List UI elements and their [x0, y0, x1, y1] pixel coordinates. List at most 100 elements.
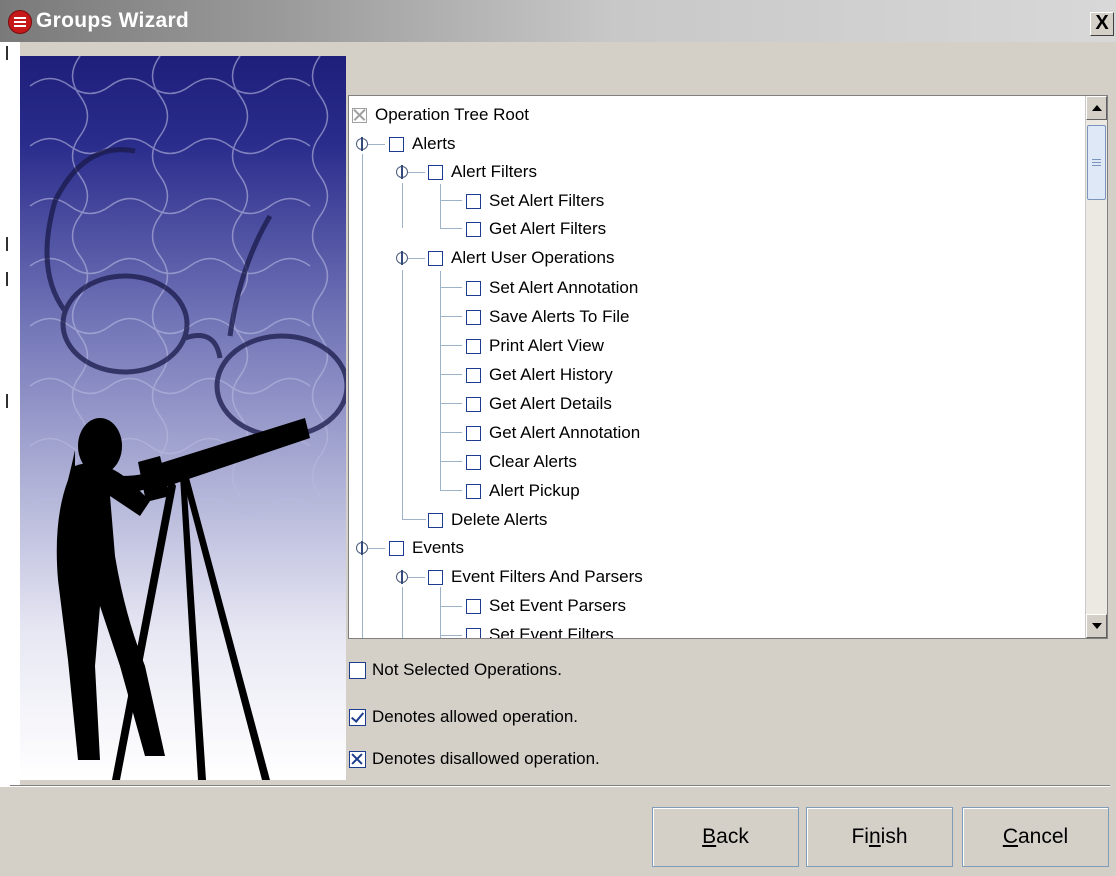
tree-node-save-alerts-to-file[interactable]: Save Alerts To File [466, 303, 629, 331]
unchecked-box-icon [349, 661, 366, 679]
checkbox[interactable] [466, 338, 481, 354]
tree-node-delete-alerts[interactable]: Delete Alerts [428, 506, 547, 534]
vertical-scrollbar[interactable] [1085, 96, 1107, 638]
tree-toggle-icon[interactable] [396, 570, 408, 584]
strip-mark [6, 272, 8, 286]
cancel-button[interactable]: Cancel [962, 807, 1109, 867]
tree-node-label: Operation Tree Root [375, 105, 530, 124]
finish-button[interactable]: Fi n ish [806, 807, 953, 867]
checkbox[interactable] [466, 598, 481, 614]
tree-node-alert-pickup[interactable]: Alert Pickup [466, 477, 580, 505]
tree-line [440, 228, 462, 229]
tree-node-label: Set Event Filters [489, 625, 614, 639]
checked-box-icon [349, 708, 366, 726]
window-title: Groups Wizard [36, 9, 190, 32]
strip-mark [6, 394, 8, 408]
tree-node-alert-filters[interactable]: Alert Filters [428, 158, 537, 186]
tree-node-event-filters-and-parsers[interactable]: Event Filters And Parsers [428, 563, 643, 591]
wizard-side-image [20, 56, 346, 780]
scrollbar-thumb[interactable] [1087, 125, 1106, 200]
checkbox[interactable] [428, 250, 443, 266]
checkbox[interactable] [466, 309, 481, 325]
tree-line [440, 287, 462, 288]
legend-label: Not Selected Operations. [372, 660, 562, 679]
tree-node-label: Alert Filters [451, 162, 537, 181]
button-label: ack [716, 825, 749, 848]
tree-line [440, 606, 462, 607]
strip-mark [6, 46, 8, 60]
tree-line [440, 345, 462, 346]
tree-toggle-icon[interactable] [396, 251, 408, 265]
tree-node-label: Event Filters And Parsers [451, 567, 643, 586]
close-button[interactable]: X [1090, 12, 1114, 36]
tree-node-label: Alert Pickup [489, 481, 580, 500]
tree-toggle-icon[interactable] [356, 541, 368, 555]
checkbox[interactable] [389, 540, 404, 556]
tree-toggle-icon[interactable] [356, 137, 368, 151]
checkbox[interactable] [466, 627, 481, 638]
tree-node-label: Get Alert History [489, 365, 613, 384]
disabled-checkbox-icon [352, 107, 367, 123]
tree-node-get-alert-details[interactable]: Get Alert Details [466, 390, 612, 418]
tree-node-set-event-parsers[interactable]: Set Event Parsers [466, 592, 626, 620]
tree-node-clear-alerts[interactable]: Clear Alerts [466, 448, 577, 476]
mnemonic: C [1002, 825, 1018, 848]
tree-node-root[interactable]: Operation Tree Root [352, 101, 529, 129]
legend-label: Denotes allowed operation. [372, 707, 579, 726]
arrow-down-icon[interactable] [1086, 614, 1107, 638]
tree-node-events[interactable]: Events [389, 534, 464, 562]
tree-node-get-alert-annotation[interactable]: Get Alert Annotation [466, 419, 640, 447]
checkbox[interactable] [466, 221, 481, 237]
tree-node-label: Events [412, 538, 464, 557]
mnemonic: n [868, 825, 881, 848]
tree-node-label: Set Alert Annotation [489, 278, 639, 297]
legend-label: Denotes disallowed operation. [372, 749, 600, 768]
checkbox[interactable] [466, 454, 481, 470]
tree-node-label: Clear Alerts [489, 452, 577, 471]
checkbox[interactable] [466, 367, 481, 383]
arrow-up-icon[interactable] [1086, 96, 1107, 120]
title-bar[interactable]: Groups Wizard X [0, 0, 1116, 42]
tree-node-label: Save Alerts To File [489, 307, 630, 326]
app-icon [8, 10, 32, 34]
button-label: ish [880, 825, 908, 848]
checkbox[interactable] [466, 425, 481, 441]
tree-node-label: Set Alert Filters [489, 191, 605, 210]
tree-node-label: Alerts [412, 134, 456, 153]
grip-line [1092, 165, 1101, 166]
tree-toggle-icon[interactable] [396, 165, 408, 179]
legend-disallowed: Denotes disallowed operation. [349, 745, 600, 773]
tree-node-set-alert-annotation[interactable]: Set Alert Annotation [466, 274, 638, 302]
grip-line [1092, 159, 1101, 160]
crossed-box-icon [349, 750, 366, 768]
divider [10, 785, 1110, 787]
tree-line [440, 200, 462, 201]
tree-line [440, 374, 462, 375]
checkbox[interactable] [466, 396, 481, 412]
tree-node-label: Alert User Operations [451, 248, 615, 267]
tree-node-label: Get Alert Annotation [489, 423, 641, 442]
checkbox[interactable] [466, 193, 481, 209]
checkbox[interactable] [466, 280, 481, 296]
checkbox[interactable] [466, 483, 481, 499]
tree-line [440, 271, 441, 491]
tree-line [440, 461, 462, 462]
strip-mark [6, 237, 8, 251]
tree-node-print-alert-view[interactable]: Print Alert View [466, 332, 604, 360]
tree-line [440, 635, 462, 636]
tree-node-get-alert-history[interactable]: Get Alert History [466, 361, 613, 389]
tree-node-alerts[interactable]: Alerts [389, 130, 455, 158]
tree-node-get-alert-filters[interactable]: Get Alert Filters [466, 215, 606, 243]
tree-line [440, 490, 462, 491]
tree-node-set-alert-filters[interactable]: Set Alert Filters [466, 187, 604, 215]
tree-node-set-event-filters[interactable]: Set Event Filters [466, 621, 614, 639]
checkbox[interactable] [428, 569, 443, 585]
checkbox[interactable] [389, 136, 404, 152]
tree-node-alert-user-operations[interactable]: Alert User Operations [428, 244, 614, 272]
back-button[interactable]: Back [652, 807, 799, 867]
operation-tree[interactable]: Operation Tree Root Alerts Alert Filters… [348, 95, 1108, 639]
checkbox[interactable] [428, 512, 443, 528]
tree-node-label: Get Alert Details [489, 394, 612, 413]
checkbox[interactable] [428, 164, 443, 180]
tree-node-label: Print Alert View [489, 336, 604, 355]
